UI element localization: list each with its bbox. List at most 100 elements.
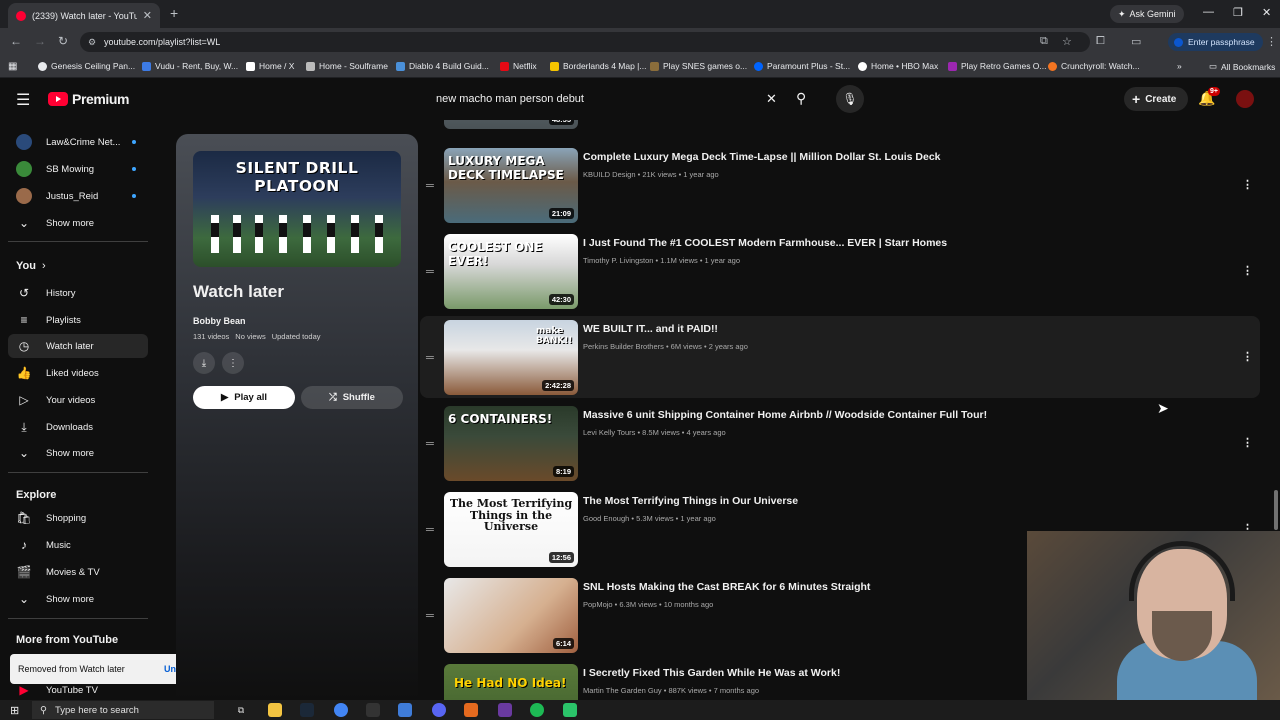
bookmark-item[interactable]: Genesis Ceiling Pan...	[38, 61, 135, 71]
drag-handle-icon[interactable]: ═	[426, 610, 434, 622]
all-bookmarks-button[interactable]: ▭ All Bookmarks	[1209, 61, 1275, 72]
video-row[interactable]: ═ LUXURY MEGA DECK TIMELAPSE 21:09 Complete…	[420, 144, 1260, 226]
more-vert-icon[interactable]: ⋮	[1242, 264, 1253, 277]
calculator-icon[interactable]	[366, 703, 380, 717]
new-tab-button[interactable]: +	[170, 5, 178, 21]
discord-icon[interactable]	[432, 703, 446, 717]
playlist-owner[interactable]: Bobby Bean	[193, 316, 246, 326]
close-tab-icon[interactable]: ✕	[143, 9, 152, 22]
download-button[interactable]: ⤓	[193, 352, 215, 374]
youtube-premium-logo[interactable]: Premium	[48, 91, 130, 107]
sidebar-channel[interactable]: SB Mowing	[8, 157, 148, 181]
bookmark-item[interactable]: Paramount Plus - St...	[754, 61, 850, 71]
obs-icon[interactable]	[498, 703, 512, 717]
sidebar-item-history[interactable]: ↺ History	[8, 281, 148, 305]
apps-grid-icon[interactable]: ▦	[8, 61, 17, 72]
video-thumbnail[interactable]: The Most Terrifying Things in the Univer…	[444, 492, 578, 567]
taskbar-search-input[interactable]: ⚲ Type here to search	[32, 701, 214, 719]
playlist-thumbnail[interactable]: SILENT DRILL PLATOON	[193, 151, 401, 267]
more-vert-icon[interactable]: ⋮	[1242, 350, 1253, 363]
video-thumbnail[interactable]: make BANK!! 2:42:28	[444, 320, 578, 395]
voice-search-button[interactable]: 🎙	[836, 85, 864, 113]
spotify-icon[interactable]	[530, 703, 544, 717]
site-info-icon[interactable]: ⚙	[88, 37, 96, 48]
video-thumbnail[interactable]: He Had NO Idea!	[444, 664, 578, 700]
avatar[interactable]	[1236, 90, 1254, 108]
video-row[interactable]: ═ 6 CONTAINERS! 8:19 Massive 6 unit Shippin…	[420, 402, 1260, 484]
bookmark-item[interactable]: Play Retro Games O...	[948, 61, 1047, 71]
video-thumbnail[interactable]: 6 CONTAINERS! 8:19	[444, 406, 578, 481]
drag-handle-icon[interactable]: ═	[426, 266, 434, 278]
playlist-more-button[interactable]: ⋮	[222, 352, 244, 374]
drag-handle-icon[interactable]: ═	[426, 524, 434, 536]
windows-start-icon[interactable]: ⊞	[10, 704, 19, 717]
close-window-icon[interactable]: ✕	[1262, 6, 1271, 19]
video-title[interactable]: Complete Luxury Mega Deck Time-Lapse || …	[583, 151, 941, 163]
bookmark-item[interactable]: Play SNES games o...	[650, 61, 747, 71]
sidebar-item-liked-videos[interactable]: 👍 Liked videos	[8, 361, 148, 385]
bookmark-star-icon[interactable]: ☆	[1062, 35, 1072, 48]
maximize-icon[interactable]: ❐	[1233, 6, 1243, 19]
video-title[interactable]: WE BUILT IT... and it PAID!!	[583, 323, 718, 335]
video-title[interactable]: I Just Found The #1 COOLEST Modern Farmh…	[583, 237, 947, 249]
steam-icon[interactable]	[300, 703, 314, 717]
sidebar-item-shopping[interactable]: 🛍 Shopping	[8, 506, 148, 530]
bookmark-item[interactable]: Borderlands 4 Map |...	[550, 61, 646, 71]
bookmark-item[interactable]: Netflix	[500, 61, 537, 71]
more-bookmarks-icon[interactable]: »	[1177, 61, 1182, 71]
bookmark-item[interactable]: Vudu - Rent, Buy, W...	[142, 61, 238, 71]
video-thumbnail[interactable]: COOLEST ONE EVER! 42:30	[444, 234, 578, 309]
forward-icon[interactable]: →	[34, 34, 46, 48]
chrome-menu-icon[interactable]: ⋮	[1266, 35, 1277, 48]
drag-handle-icon[interactable]: ═	[426, 180, 434, 192]
sidebar-channel[interactable]: Justus_Reid	[8, 184, 148, 208]
shuffle-button[interactable]: ⤮ Shuffle	[301, 386, 403, 409]
minimize-icon[interactable]: —	[1203, 6, 1214, 18]
sidebar-item-watch-later[interactable]: ◷ Watch later	[8, 334, 148, 358]
sidebar-item-playlists[interactable]: ≡ Playlists	[8, 308, 148, 332]
sidebar-item-movies-tv[interactable]: 🎬 Movies & TV	[8, 560, 148, 584]
play-all-button[interactable]: ▶ Play all	[193, 386, 295, 409]
reload-icon[interactable]: ↻	[58, 34, 68, 48]
video-row[interactable]: ═ COOLEST ONE EVER! 42:30 I Just Found The …	[420, 230, 1260, 312]
video-title[interactable]: Massive 6 unit Shipping Container Home A…	[583, 409, 987, 421]
create-button[interactable]: + Create	[1124, 87, 1189, 111]
drag-handle-icon[interactable]: ═	[426, 352, 434, 364]
chrome-icon[interactable]	[334, 703, 348, 717]
search-icon[interactable]: ⚲	[796, 90, 806, 107]
drag-handle-icon[interactable]: ═	[426, 438, 434, 450]
bookmark-item[interactable]: Crunchyroll: Watch...	[1048, 61, 1140, 71]
you-section-header[interactable]: You ›	[16, 260, 46, 272]
vscode-icon[interactable]	[398, 703, 412, 717]
address-bar[interactable]: ⚙ youtube.com/playlist?list=WL	[80, 32, 1090, 52]
app-icon[interactable]	[563, 703, 577, 717]
more-vert-icon[interactable]: ⋮	[1242, 178, 1253, 191]
show-more-button[interactable]: ⌄ Show more	[8, 211, 148, 235]
file-explorer-icon[interactable]	[268, 703, 282, 717]
video-row[interactable]: ═ make BANK!! 2:42:28 WE BUILT IT... and it…	[420, 316, 1260, 398]
sidebar-item-downloads[interactable]: ⤓ Downloads	[8, 415, 148, 439]
task-view-icon[interactable]: ⧉	[234, 703, 248, 717]
show-more-button[interactable]: ⌄ Show more	[8, 587, 148, 611]
more-vert-icon[interactable]: ⋮	[1242, 436, 1253, 449]
browser-tab[interactable]: (2339) Watch later - YouTube ✕	[8, 3, 160, 28]
bookmark-item[interactable]: Home • HBO Max	[858, 61, 938, 71]
enter-passphrase-button[interactable]: Enter passphrase	[1168, 33, 1263, 51]
show-more-button[interactable]: ⌄ Show more	[8, 441, 148, 465]
video-title[interactable]: SNL Hosts Making the Cast BREAK for 6 Mi…	[583, 581, 870, 593]
video-row[interactable]: ═48:55	[420, 120, 1260, 132]
split-view-icon[interactable]: ▭	[1131, 35, 1141, 48]
ask-gemini-button[interactable]: ✦ Ask Gemini	[1110, 5, 1184, 23]
video-title[interactable]: I Secretly Fixed This Garden While He Wa…	[583, 667, 840, 679]
bookmark-item[interactable]: Home - Soulframe	[306, 61, 388, 71]
menu-icon[interactable]: ☰	[16, 90, 30, 110]
bookmark-item[interactable]: Home / X	[246, 61, 294, 71]
scrollbar[interactable]	[1274, 490, 1278, 530]
sidebar-item-music[interactable]: ♪ Music	[8, 533, 148, 557]
bookmark-item[interactable]: Diablo 4 Build Guid...	[396, 61, 489, 71]
video-thumbnail[interactable]: 6:14	[444, 578, 578, 653]
video-thumbnail[interactable]: 48:55	[444, 120, 578, 129]
search-input[interactable]: new macho man person debut	[428, 86, 788, 112]
sidebar-channel[interactable]: Law&Crime Net...	[8, 130, 148, 154]
video-title[interactable]: The Most Terrifying Things in Our Univer…	[583, 495, 798, 507]
